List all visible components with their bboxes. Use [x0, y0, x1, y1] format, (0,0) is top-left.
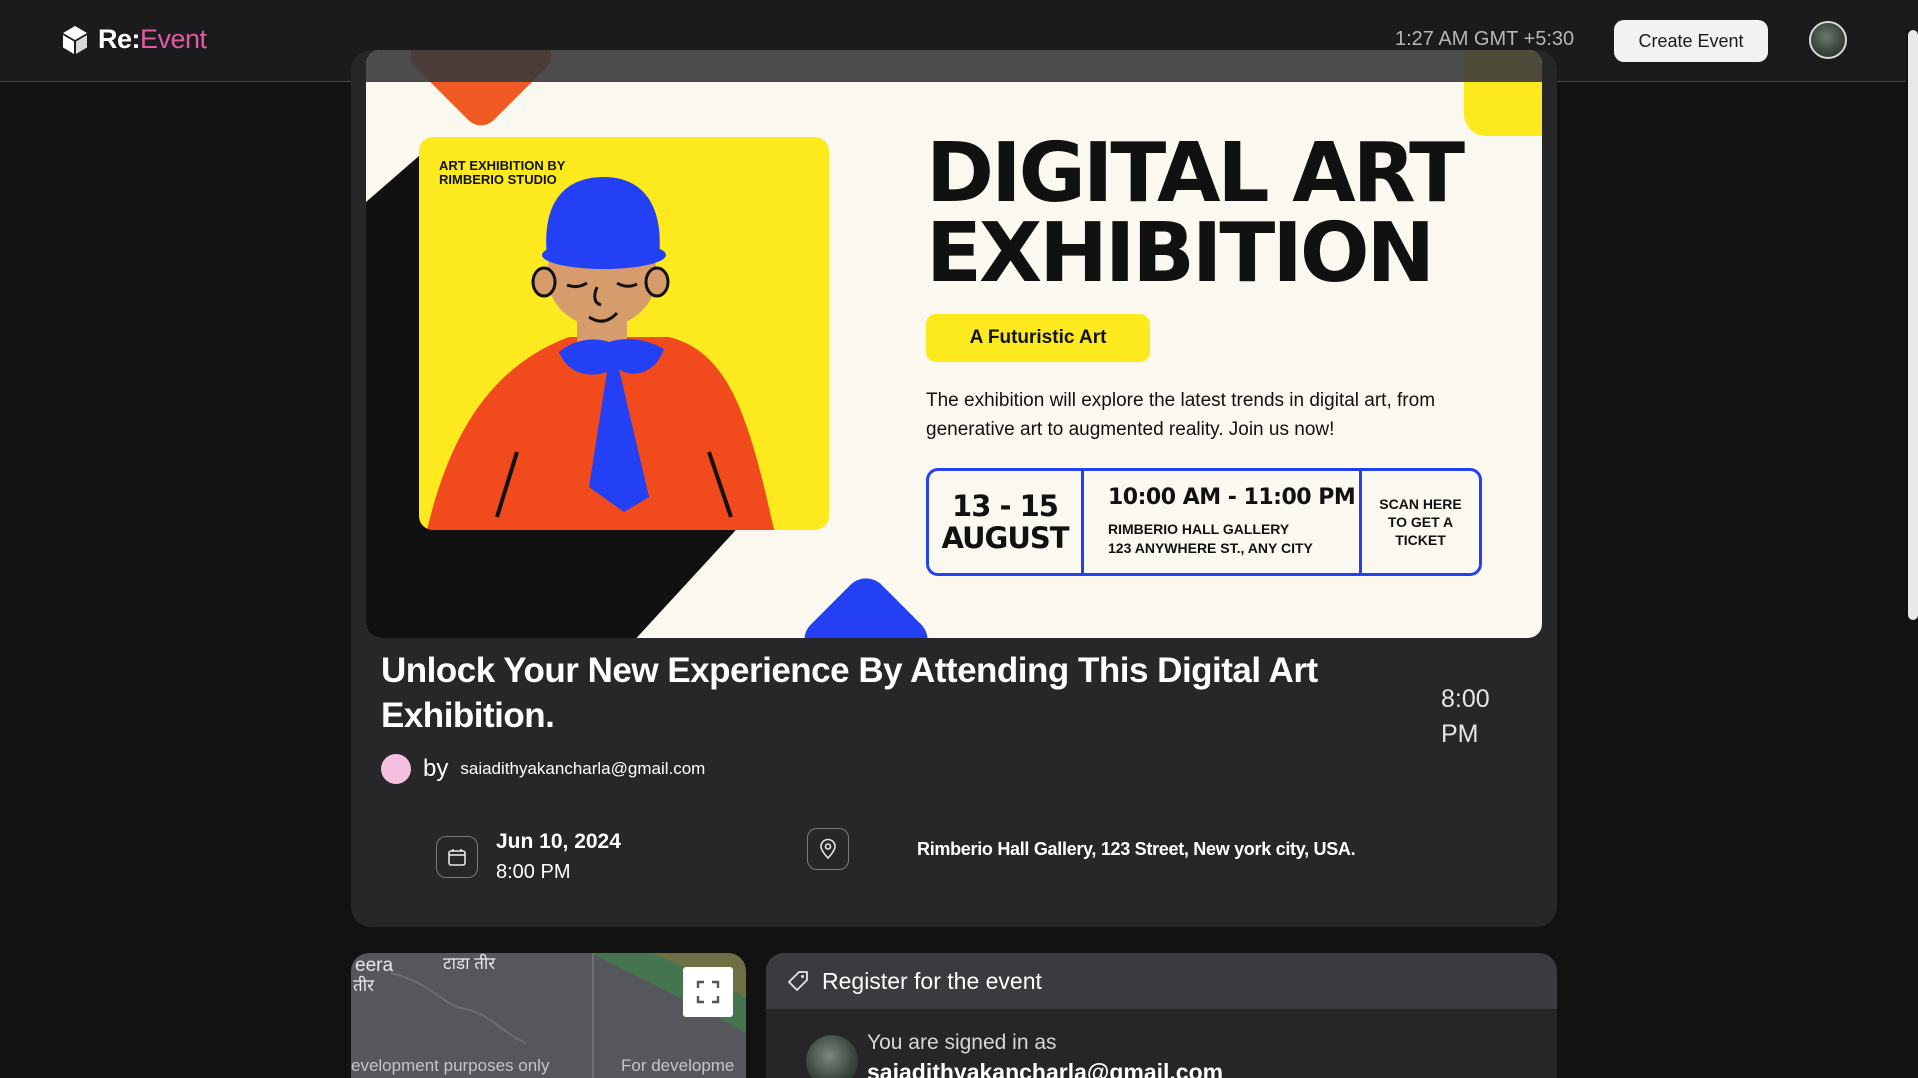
- register-header: Register for the event: [766, 953, 1557, 1009]
- poster-title: DIGITAL ART EXHIBITION: [926, 126, 1486, 301]
- map-dev-notice-1: evelopment purposes only: [351, 1056, 550, 1075]
- poster-scan-text: SCAN HERE TO GET A TICKET: [1379, 496, 1462, 548]
- poster-illustration-panel: ART EXHIBITION BY RIMBERIO STUDIO: [419, 137, 829, 530]
- logo-prefix: Re:: [98, 24, 141, 54]
- logo-text: Re:Event: [98, 24, 207, 55]
- poster-venue-line2: 123 ANYWHERE ST., ANY CITY: [1108, 540, 1313, 556]
- event-location: Rimberio Hall Gallery, 123 Street, New y…: [917, 839, 1356, 859]
- signed-in-email: saiadithyakancharla@gmail.com: [867, 1059, 1224, 1078]
- poster-tagline: A Futuristic Art: [926, 314, 1150, 362]
- decorative-blue-shape: [795, 569, 937, 638]
- event-title: Unlock Your New Experience By Attending …: [381, 651, 1318, 735]
- location-map[interactable]: eera टाडा तीर तीर evelopment purposes on…: [351, 953, 746, 1078]
- user-avatar[interactable]: [1809, 21, 1847, 59]
- poster-venue-line1: RIMBERIO HALL GALLERY: [1108, 521, 1290, 537]
- register-panel: Register for the event You are signed in…: [766, 953, 1557, 1078]
- poster-time: 10:00 AM - 11:00 PM: [1108, 485, 1356, 510]
- poster-title-line1: DIGITAL ART: [926, 126, 1465, 221]
- poster-info-box: 13 - 15 AUGUST 10:00 AM - 11:00 PM RIMBE…: [926, 468, 1482, 576]
- map-dev-notice-2: For developme: [621, 1056, 735, 1075]
- current-time: 1:27 AM GMT +5:30: [1395, 28, 1575, 50]
- event-time: 8:00 PM: [496, 861, 571, 883]
- map-label-3: तीर: [353, 976, 375, 995]
- event-date: Jun 10, 2024: [496, 830, 621, 853]
- map-fullscreen-button[interactable]: [683, 967, 733, 1017]
- map-label-2: टाडा तीर: [443, 954, 496, 973]
- calendar-icon: [448, 849, 466, 866]
- poster-date-month: AUGUST: [941, 521, 1069, 555]
- scrollbar-thumb[interactable]: [1908, 30, 1918, 620]
- person-illustration: [427, 177, 774, 530]
- event-time-side-hour: 8:00: [1441, 685, 1490, 713]
- cube-logo-icon: [63, 25, 87, 54]
- event-time-side-period: PM: [1441, 720, 1479, 748]
- logo[interactable]: Re:Event: [62, 24, 207, 55]
- logo-suffix: Event: [140, 24, 207, 54]
- map-pin-icon: [820, 838, 836, 860]
- poster-description: The exhibition will explore the latest t…: [926, 390, 1436, 440]
- signed-in-label: You are signed in as: [867, 1031, 1057, 1054]
- poster-title-line2: EXHIBITION: [926, 206, 1435, 301]
- poster-time-venue: 10:00 AM - 11:00 PM RIMBERIO HALL GALLER…: [1084, 471, 1362, 573]
- organizer-avatar: [381, 754, 411, 784]
- poster-date: 13 - 15 AUGUST: [929, 471, 1084, 573]
- organizer: by saiadithyakancharla@gmail.com: [381, 754, 705, 784]
- organizer-email: saiadithyakancharla@gmail.com: [460, 759, 706, 778]
- banner-top-shade: [366, 50, 1542, 82]
- register-title: Register for the event: [822, 967, 1042, 994]
- ticket-icon: [788, 971, 808, 991]
- calendar-icon-box: [436, 836, 478, 878]
- fullscreen-icon: [696, 980, 720, 1004]
- event-time-side: 8:00 PM: [1441, 682, 1541, 752]
- create-event-button[interactable]: Create Event: [1614, 20, 1768, 62]
- organizer-by-label: by: [423, 755, 449, 782]
- event-banner: ART EXHIBITION BY RIMBERIO STUDIO DIGITA…: [366, 50, 1542, 638]
- poster-date-days: 13 - 15: [952, 489, 1059, 523]
- location-icon-box: [807, 828, 849, 870]
- signed-in-avatar: [806, 1035, 858, 1078]
